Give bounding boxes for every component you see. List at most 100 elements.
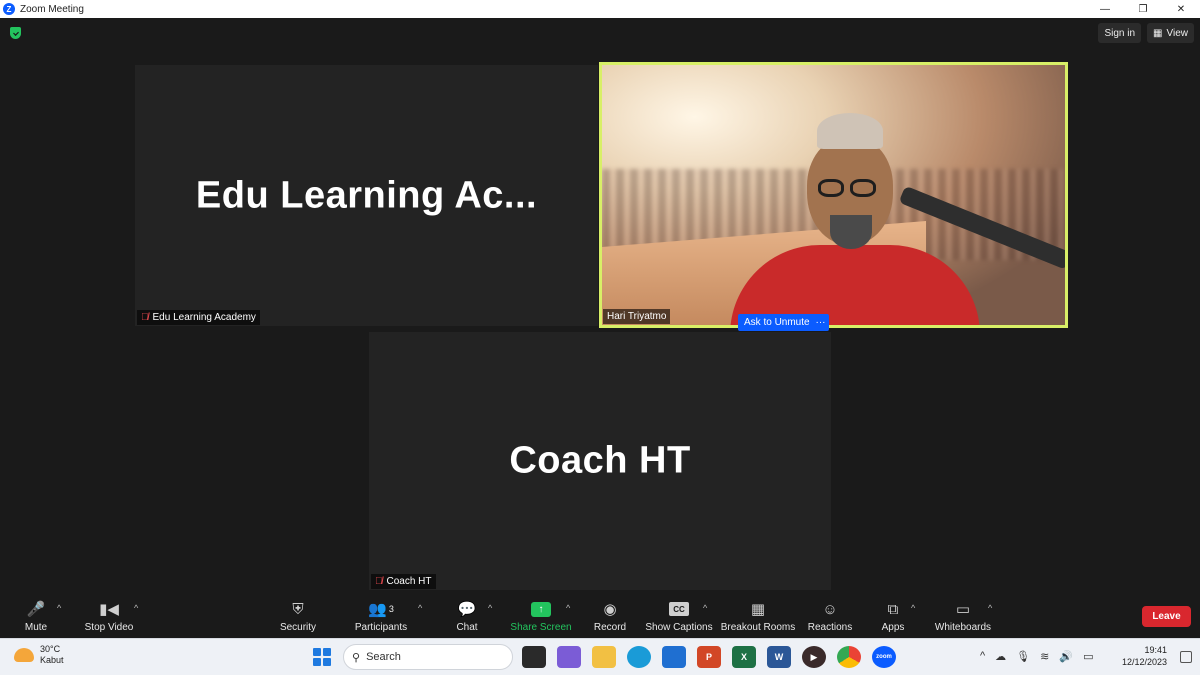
word-icon[interactable]: W (767, 646, 791, 668)
minimize-icon[interactable]: — (1086, 0, 1124, 18)
security-label: Security (279, 622, 317, 633)
weather-sun-icon (14, 648, 34, 662)
participant-display-name: Coach HT (509, 439, 691, 482)
video-camera-icon: ▮◀ (99, 601, 119, 618)
whiteboards-label: Whiteboards (934, 622, 992, 633)
top-right-controls: Sign in ▦ View (1098, 23, 1194, 43)
weather-temperature: 30°C (40, 644, 61, 654)
meeting-toolbar: 🎤 Mute ^ ▮◀ Stop Video ^ ⛨ Security 👥 3 P… (0, 595, 1200, 638)
notepad-icon[interactable] (662, 646, 686, 668)
show-captions-label: Show Captions (645, 622, 713, 633)
windows-taskbar: 30°C Kabut ⚲ Search P X W ▶ zoom ^ ☁ 🎙 ≋… (0, 638, 1200, 675)
captions-icon: CC (669, 602, 689, 616)
window-title: Zoom Meeting (20, 3, 84, 15)
participant-name: Hari Triyatmo (607, 311, 667, 322)
excel-icon[interactable]: X (732, 646, 756, 668)
zoom-app-icon[interactable]: zoom (872, 646, 896, 668)
participant-name-label: 🎙̸ Edu Learning Academy (137, 310, 260, 325)
video-person-cap (817, 113, 883, 149)
share-screen-label: Share Screen (510, 622, 572, 633)
participant-name: Coach HT (386, 576, 432, 587)
share-screen-icon-wrap: ↑ (531, 599, 551, 619)
media-player-icon[interactable]: ▶ (802, 646, 826, 668)
edge-browser-icon[interactable] (627, 646, 651, 668)
file-explorer-icon[interactable] (592, 646, 616, 668)
breakout-rooms-icon: ▦ (750, 601, 766, 618)
zoom-logo-icon: Z (3, 3, 15, 15)
task-view-icon[interactable] (522, 646, 546, 668)
participant-tile-hari[interactable]: Hari Triyatmo (599, 62, 1068, 328)
weather-text: 30°C Kabut (40, 644, 64, 666)
participant-display-name: Edu Learning Ac... (195, 174, 538, 216)
security-shield-icon: ⛨ (292, 600, 304, 618)
weather-description: Kabut (40, 655, 64, 665)
close-icon[interactable]: ✕ (1162, 0, 1200, 18)
video-person-beard (830, 215, 872, 249)
microphone-tray-icon[interactable]: 🎙 (1016, 650, 1030, 663)
captions-options-chevron-icon[interactable]: ^ (703, 603, 707, 613)
reactions-smiley-icon: ☺ (822, 600, 838, 618)
notifications-icon[interactable] (1180, 651, 1192, 663)
participant-name-label: 🎙̸ Coach HT (371, 574, 436, 589)
title-bar: Z Zoom Meeting — ❐ ✕ (0, 0, 1200, 18)
view-button[interactable]: ▦ View (1147, 23, 1194, 43)
system-tray: ^ ☁ 🎙 ≋ 🔊 ▭ (980, 650, 1093, 663)
stop-video-label: Stop Video (84, 622, 134, 633)
search-placeholder: Search (366, 651, 401, 663)
taskbar-search-box[interactable]: ⚲ Search (343, 644, 513, 670)
mute-label: Mute (24, 622, 48, 633)
participants-label: Participants (354, 622, 408, 633)
share-screen-icon: ↑ (531, 601, 551, 617)
view-label: View (1166, 27, 1189, 39)
leave-button[interactable]: Leave (1142, 606, 1191, 627)
chrome-browser-icon[interactable] (837, 646, 861, 668)
apps-label: Apps (881, 622, 905, 633)
reactions-label: Reactions (807, 622, 853, 633)
encryption-shield-icon[interactable] (10, 27, 21, 39)
whiteboards-options-chevron-icon[interactable]: ^ (988, 603, 992, 613)
volume-icon[interactable]: 🔊 (1059, 650, 1073, 663)
show-captions-button[interactable]: CC Show Captions (634, 599, 724, 633)
participants-count: 3 (388, 604, 394, 614)
start-windows-icon[interactable] (313, 648, 331, 666)
participant-name-label: Hari Triyatmo (603, 309, 671, 324)
more-options-button[interactable]: ··· (812, 314, 829, 331)
whiteboard-icon: ▭ (955, 601, 971, 618)
battery-icon[interactable]: ▭ (1083, 650, 1093, 663)
video-options-chevron-icon[interactable]: ^ (134, 603, 138, 613)
grid-icon: ▦ (1153, 27, 1163, 39)
mute-options-chevron-icon[interactable]: ^ (57, 603, 61, 613)
wifi-icon[interactable]: ≋ (1040, 650, 1049, 663)
mic-off-icon: 🎙̸ (375, 576, 383, 587)
taskbar-apps: P X W ▶ zoom (522, 646, 896, 668)
clock-time: 19:41 (1144, 645, 1167, 655)
participant-tile-edu[interactable]: Edu Learning Ac... 🎙̸ Edu Learning Acade… (135, 65, 598, 326)
participants-icon: 👥 3 (368, 601, 394, 618)
ask-to-unmute-button[interactable]: Ask to Unmute (738, 314, 816, 331)
weather-widget[interactable]: 30°C Kabut (14, 644, 64, 666)
taskbar-clock[interactable]: 19:41 12/12/2023 (1112, 644, 1167, 668)
clock-date: 12/12/2023 (1121, 657, 1167, 667)
chat-options-chevron-icon[interactable]: ^ (488, 603, 492, 613)
restore-icon[interactable]: ❐ (1124, 0, 1162, 18)
sign-in-button[interactable]: Sign in (1098, 23, 1142, 43)
search-icon: ⚲ (352, 651, 361, 664)
mic-off-icon: 🎙̸ (141, 312, 149, 323)
participant-tile-coach[interactable]: Coach HT 🎙̸ Coach HT (369, 332, 831, 590)
record-icon: ◉ (603, 601, 617, 618)
record-label: Record (593, 622, 627, 633)
window-controls: — ❐ ✕ (1086, 0, 1200, 18)
meeting-area: Sign in ▦ View Edu Learning Ac... 🎙̸ Edu… (0, 18, 1200, 595)
chat-label: Chat (456, 622, 478, 633)
microphone-icon: 🎤 (26, 601, 46, 618)
onedrive-icon[interactable]: ☁ (995, 650, 1006, 663)
security-button[interactable]: ⛨ Security (253, 599, 343, 634)
participants-button[interactable]: 👥 3 Participants (336, 599, 426, 633)
whiteboards-button[interactable]: ▭ Whiteboards (918, 599, 1008, 633)
show-hidden-icons-chevron-icon[interactable]: ^ (980, 650, 985, 663)
teams-chat-icon[interactable] (557, 646, 581, 668)
powerpoint-icon[interactable]: P (697, 646, 721, 668)
stop-video-button[interactable]: ▮◀ Stop Video (64, 599, 154, 633)
participant-name: Edu Learning Academy (152, 312, 256, 323)
apps-options-chevron-icon[interactable]: ^ (911, 603, 915, 613)
